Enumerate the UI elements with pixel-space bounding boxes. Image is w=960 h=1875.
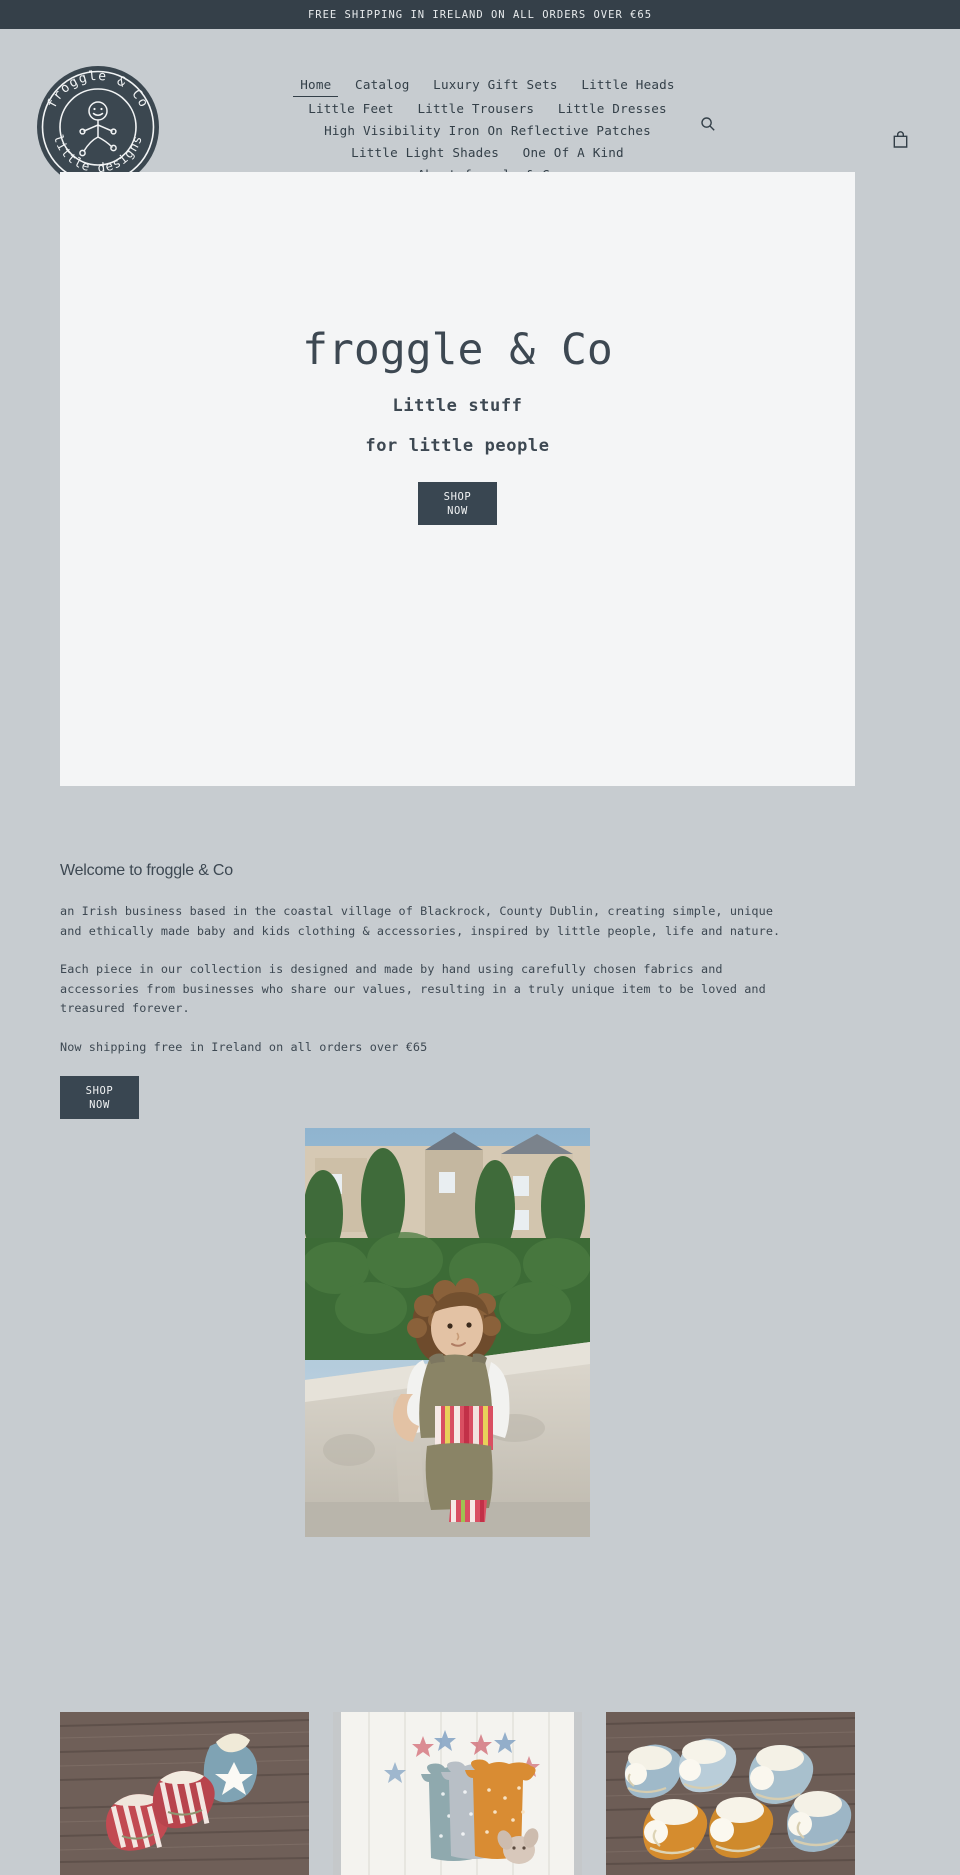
welcome-paragraph-1: an Irish business based in the coastal v… [60, 904, 781, 938]
nav-row: Little Light Shades One Of A Kind [175, 141, 800, 163]
nav-row: Home Catalog Luxury Gift Sets Little Hea… [175, 73, 800, 97]
welcome-cta-line-2: NOW [89, 1098, 110, 1111]
hero-title: froggle & Co [302, 325, 613, 375]
nav-item-little-feet[interactable]: Little Feet [301, 98, 401, 119]
hero-subtitle-secondary: for little people [365, 436, 550, 457]
welcome-cta-line-1: SHOP [85, 1084, 114, 1097]
hero-subtitle-primary: Little stuff [392, 396, 523, 417]
product-tile[interactable] [333, 1712, 582, 1875]
shopping-bag-icon [893, 130, 907, 148]
search-icon [701, 117, 715, 131]
hero-cta-line-1: SHOP [443, 490, 472, 503]
nav-item-one-of-a-kind[interactable]: One Of A Kind [516, 142, 631, 163]
nav-item-little-dresses[interactable]: Little Dresses [551, 98, 674, 119]
welcome-section: Welcome to froggle & Co an Irish busines… [60, 862, 800, 1119]
nav-item-home[interactable]: Home [293, 74, 339, 97]
product-tile[interactable] [60, 1712, 309, 1875]
product-grid [60, 1712, 855, 1875]
search-button[interactable] [695, 111, 721, 137]
feature-image[interactable] [305, 1128, 590, 1537]
welcome-heading: Welcome to froggle & Co [60, 862, 233, 879]
nav-item-little-heads[interactable]: Little Heads [574, 74, 681, 95]
product-tile[interactable] [606, 1712, 855, 1875]
site-logo[interactable]: froggle & Co little designs [36, 65, 160, 189]
nav-item-luxury-gift-sets[interactable]: Luxury Gift Sets [426, 74, 565, 95]
hero-section: froggle & Co Little stuff for little peo… [60, 172, 855, 786]
announcement-bar: FREE SHIPPING IN IRELAND ON ALL ORDERS O… [0, 0, 960, 29]
hero-cta-line-2: NOW [447, 504, 468, 517]
nav-item-high-visibility-patches[interactable]: High Visibility Iron On Reflective Patch… [317, 120, 658, 141]
site-header: froggle & Co little designs Home Catalog… [0, 29, 960, 188]
welcome-paragraph-3: Now shipping free in Ireland on all orde… [60, 1039, 428, 1054]
hero-shop-now-button[interactable]: SHOP NOW [418, 482, 497, 526]
cart-button[interactable] [887, 126, 913, 152]
nav-item-catalog[interactable]: Catalog [348, 74, 416, 95]
nav-item-little-trousers[interactable]: Little Trousers [410, 98, 541, 119]
welcome-paragraph-2: Each piece in our collection is designed… [60, 962, 766, 1015]
announcement-text: FREE SHIPPING IN IRELAND ON ALL ORDERS O… [307, 8, 653, 21]
nav-item-little-light-shades[interactable]: Little Light Shades [344, 142, 506, 163]
welcome-shop-now-button[interactable]: SHOP NOW [60, 1076, 139, 1119]
